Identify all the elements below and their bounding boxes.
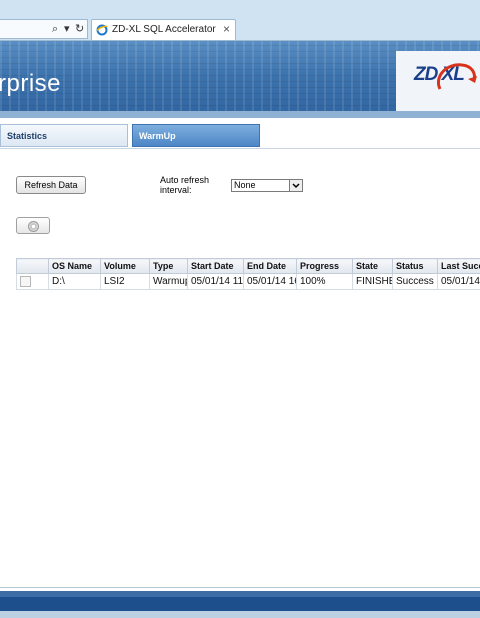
footer-strip: [0, 611, 480, 618]
tab-bar: Statistics WarmUp: [0, 124, 480, 149]
search-icon[interactable]: ⌕: [52, 23, 58, 35]
tab-warmup[interactable]: WarmUp: [132, 124, 260, 147]
browser-chrome: ⌕ ▾ ↻ ZD-XL SQL Accelerator ×: [0, 0, 480, 41]
column-header-last-success[interactable]: Last Succes: [437, 258, 480, 274]
warmup-table: OS Name Volume Type Start Date End Date …: [16, 258, 480, 290]
row-checkbox[interactable]: [20, 275, 31, 287]
column-header-volume[interactable]: Volume: [100, 258, 150, 274]
column-header-status[interactable]: Status: [392, 258, 438, 274]
banner-stripe: [0, 111, 480, 118]
content-border: [0, 587, 480, 588]
cell-progress: 100%: [296, 273, 353, 290]
browser-tab-title: ZD-XL SQL Accelerator: [112, 24, 216, 35]
disc-icon: [28, 221, 39, 232]
column-header-start-date[interactable]: Start Date: [187, 258, 244, 274]
cell-os-name: D:\: [48, 273, 101, 290]
cell-volume: LSI2: [100, 273, 150, 290]
column-header-type[interactable]: Type: [149, 258, 188, 274]
column-header-select: [16, 258, 49, 274]
column-header-progress[interactable]: Progress: [296, 258, 353, 274]
new-tab-button[interactable]: [240, 19, 258, 39]
auto-refresh-value: None: [234, 180, 256, 190]
auto-refresh-label: Auto refresh interval:: [160, 175, 210, 195]
row-checkbox-cell: [16, 273, 49, 290]
address-dropdown-icon[interactable]: ▾: [64, 23, 70, 35]
cell-start-date: 05/01/14 11: [187, 273, 244, 290]
header-banner: rprise ZD XL: [0, 41, 480, 118]
chevron-down-icon[interactable]: [289, 180, 302, 191]
browser-tab[interactable]: ZD-XL SQL Accelerator ×: [91, 19, 236, 40]
footer-bar: [0, 597, 480, 611]
cell-last-success: 05/01/14 16: [437, 273, 480, 290]
column-header-state[interactable]: State: [352, 258, 393, 274]
page-title: rprise: [0, 70, 62, 97]
close-icon[interactable]: ×: [223, 22, 230, 36]
column-header-os-name[interactable]: OS Name: [48, 258, 101, 274]
swoosh-icon: [437, 63, 477, 90]
refresh-data-button[interactable]: Refresh Data: [16, 176, 86, 194]
action-button[interactable]: [16, 217, 50, 234]
cell-end-date: 05/01/14 16: [243, 273, 297, 290]
logo: ZD XL: [396, 51, 480, 111]
address-bar[interactable]: ⌕ ▾ ↻: [0, 19, 88, 39]
tab-statistics[interactable]: Statistics: [0, 124, 128, 147]
refresh-icon[interactable]: ↻: [75, 23, 84, 35]
column-header-end-date[interactable]: End Date: [243, 258, 297, 274]
ie-icon: [96, 24, 108, 36]
auto-refresh-select[interactable]: None: [231, 179, 303, 192]
cell-type: Warmup: [149, 273, 188, 290]
cell-state: FINISHE: [352, 273, 393, 290]
cell-status: Success: [392, 273, 438, 290]
table-header-row: OS Name Volume Type Start Date End Date …: [16, 258, 480, 274]
table-row[interactable]: D:\ LSI2 Warmup 05/01/14 11 05/01/14 16 …: [16, 273, 480, 290]
